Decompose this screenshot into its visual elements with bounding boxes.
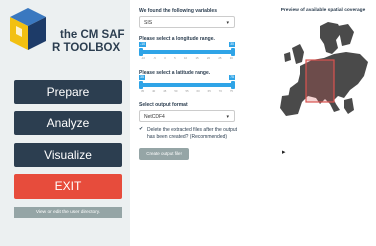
variables-value: SIS bbox=[144, 20, 153, 26]
uk-shape bbox=[292, 44, 304, 64]
latitude-min-badge: 35 bbox=[139, 75, 145, 80]
brand-line2: R TOOLBOX bbox=[52, 42, 121, 54]
cmsaf-logo: the CM SAF R TOOLBOX bbox=[8, 6, 126, 68]
exit-button[interactable]: EXIT bbox=[14, 174, 122, 199]
tick-label: 30 bbox=[229, 56, 233, 60]
balkans-shape bbox=[344, 98, 354, 114]
tick-label: 40 bbox=[152, 89, 156, 93]
longitude-min-handle[interactable] bbox=[139, 48, 143, 56]
chevron-down-icon: ▾ bbox=[226, 114, 229, 120]
tick-label: 55 bbox=[185, 89, 189, 93]
europe-map bbox=[280, 22, 368, 116]
tick-label: -10 bbox=[141, 56, 146, 60]
longitude-min-badge: -10 bbox=[139, 42, 147, 47]
latitude-min-handle[interactable] bbox=[139, 81, 143, 89]
variables-label: We found the following variables bbox=[139, 8, 217, 14]
longitude-ticks: -10 -5 0 5 10 15 20 25 30 bbox=[141, 56, 233, 61]
finland-shape bbox=[338, 24, 354, 46]
format-value: NetCDF4 bbox=[144, 114, 165, 120]
tick-label: 20 bbox=[206, 56, 211, 60]
coverage-map: Preview of available spatial coverage bbox=[272, 8, 374, 128]
ireland-shape bbox=[284, 52, 291, 62]
view-directory-button[interactable]: View or edit the user directory. bbox=[14, 207, 122, 218]
cube-logo-icon bbox=[10, 8, 46, 50]
latitude-track bbox=[141, 83, 233, 87]
analyze-button[interactable]: Analyze bbox=[14, 111, 122, 135]
tick-label: 25 bbox=[218, 56, 222, 60]
prepare-panel: We found the following variables SIS ▾ P… bbox=[139, 0, 264, 246]
longitude-slider[interactable]: -10 30 -10 -5 0 5 10 15 20 25 30 bbox=[139, 42, 235, 61]
create-output-button[interactable]: Create output file! bbox=[139, 148, 189, 160]
map-title: Preview of available spatial coverage bbox=[280, 8, 366, 13]
tick-label: 50 bbox=[174, 89, 178, 93]
format-label: Select output format bbox=[139, 102, 188, 108]
latitude-max-handle[interactable] bbox=[231, 81, 235, 89]
tick-label: 65 bbox=[207, 89, 211, 93]
tick-label: -5 bbox=[153, 56, 156, 60]
tick-label: 5 bbox=[174, 56, 176, 60]
brand-title: the CM SAF R TOOLBOX bbox=[52, 29, 125, 55]
longitude-max-handle[interactable] bbox=[231, 48, 235, 56]
format-select[interactable]: NetCDF4 ▾ bbox=[139, 110, 235, 122]
delete-checkbox-label: Delete the extracted files after the out… bbox=[147, 127, 238, 140]
brand-line1: the CM SAF bbox=[60, 29, 125, 41]
mouse-cursor-icon: ▸ bbox=[282, 149, 286, 156]
delete-checkbox[interactable]: ✔ bbox=[139, 127, 144, 132]
longitude-label: Please select a longitude range. bbox=[139, 36, 215, 42]
tick-label: 70 bbox=[218, 89, 222, 93]
visualize-button[interactable]: Visualize bbox=[14, 143, 122, 167]
longitude-max-badge: 30 bbox=[229, 42, 235, 47]
tick-label: 75 bbox=[229, 89, 233, 93]
latitude-slider[interactable]: 35 75 35 40 45 50 55 60 65 70 75 bbox=[139, 75, 235, 94]
tick-label: 35 bbox=[141, 89, 145, 93]
tick-label: 45 bbox=[163, 89, 167, 93]
iberia-shape bbox=[280, 94, 302, 116]
latitude-ticks: 35 40 45 50 55 60 65 70 75 bbox=[141, 89, 233, 94]
sidebar: the CM SAF R TOOLBOX Prepare Analyze Vis… bbox=[0, 0, 130, 246]
tick-label: 60 bbox=[196, 89, 200, 93]
tick-label: 10 bbox=[183, 56, 188, 60]
prepare-button[interactable]: Prepare bbox=[14, 80, 122, 104]
selected-region-fill bbox=[306, 60, 334, 102]
tick-label: 15 bbox=[195, 56, 199, 60]
longitude-track bbox=[141, 50, 233, 54]
latitude-max-badge: 75 bbox=[229, 75, 235, 80]
variables-select[interactable]: SIS ▾ bbox=[139, 16, 235, 28]
chevron-down-icon: ▾ bbox=[226, 20, 229, 26]
tick-label: 0 bbox=[164, 56, 166, 60]
